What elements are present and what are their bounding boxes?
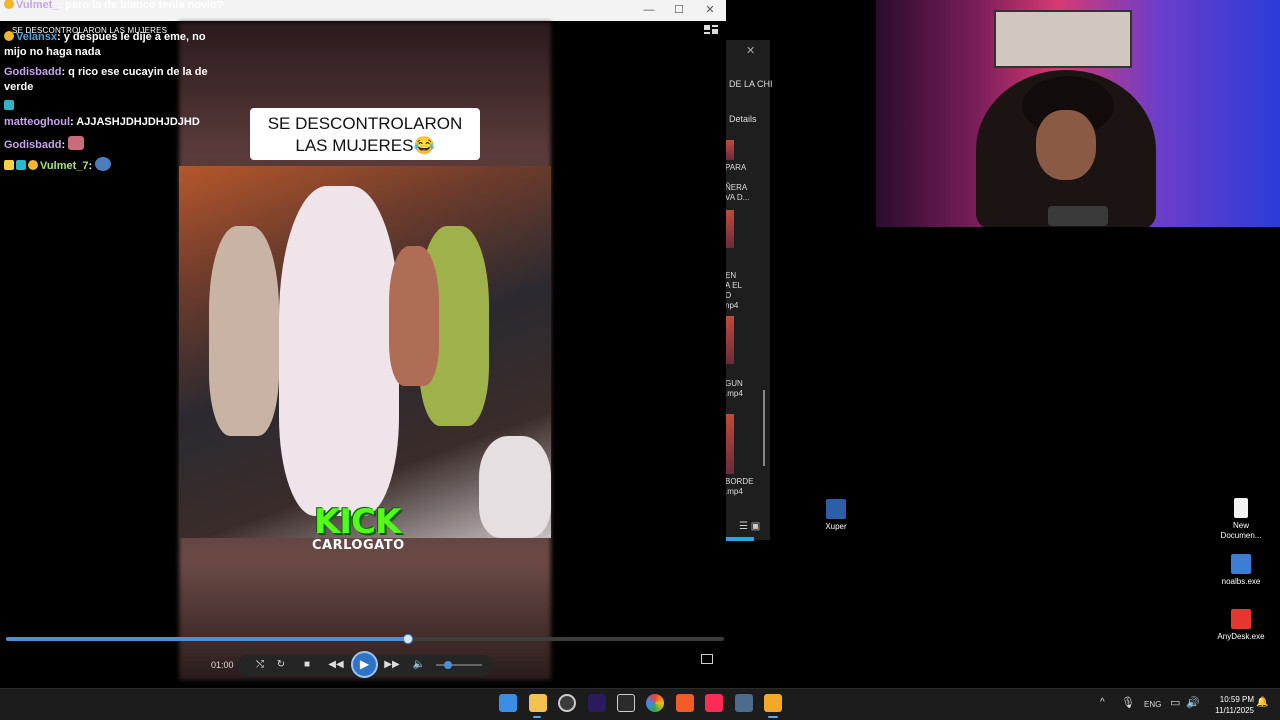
anydesk-icon	[1231, 609, 1251, 629]
kick-watermark: KICK	[314, 502, 401, 542]
crown-badge-icon	[4, 160, 14, 170]
maximize-icon[interactable]: ☐	[664, 3, 694, 17]
file-label[interactable]: PARA	[725, 163, 746, 173]
file-thumbnail[interactable]	[726, 316, 734, 364]
media-player-window[interactable]: — ☐ ✕ SE DESCONTROLARON LAS MUJERES SE D…	[0, 0, 726, 684]
explorer-scrollbar[interactable]	[763, 390, 765, 466]
elapsed-time: 01:00	[211, 660, 234, 670]
chat-message: Vulmet_7:	[4, 157, 112, 174]
xuper-icon	[826, 499, 846, 519]
document-icon	[1234, 498, 1248, 518]
chat-message: Godisbadd: q rico ese cucayin de la de v…	[4, 66, 208, 93]
clock-date: 11/11/2025	[1215, 706, 1254, 715]
view-toggle-icons[interactable]: ☰ ▣	[739, 521, 760, 532]
clock-time: 10:59 PM	[1219, 695, 1254, 704]
fullscreen-icon[interactable]	[701, 654, 713, 664]
desktop: ✕ DE LA CHI Details PARA ÑERA VA D... EN…	[0, 0, 1280, 720]
chat-message: matteoghoul: AJJASHJDHJDHJDJHD	[4, 116, 200, 128]
stop-icon[interactable]: ■	[298, 656, 316, 674]
subscriber-badge-icon	[4, 31, 14, 41]
desktop-icon-noalbs[interactable]: noalbs.exe	[1206, 554, 1276, 587]
file-thumbnail[interactable]	[726, 210, 734, 248]
subscriber-badge-icon	[28, 160, 38, 170]
volume-icon[interactable]: 🔈	[410, 656, 428, 674]
emote-icon	[95, 157, 112, 171]
webcam-feed	[876, 0, 1280, 227]
microphone-icon[interactable]: 🎙	[1121, 696, 1135, 709]
premiere-icon[interactable]	[588, 694, 606, 712]
microphone	[1048, 206, 1108, 226]
volume-slider[interactable]	[436, 664, 482, 666]
media-player-icon[interactable]	[764, 694, 782, 712]
explorer-close-icon[interactable]: ✕	[746, 44, 755, 57]
kick-watermark-sub: CARLOGATO	[312, 538, 405, 553]
file-thumbnail[interactable]	[726, 140, 734, 160]
crowd	[479, 436, 551, 538]
volume-knob[interactable]	[444, 661, 452, 669]
video-frame[interactable]	[179, 166, 551, 538]
clock[interactable]: 10:59 PM 11/11/2025	[1208, 694, 1254, 716]
emote-icon	[68, 136, 85, 150]
notification-bell-icon[interactable]: 🔔	[1256, 697, 1268, 708]
chat-message: Godisbadd:	[4, 136, 85, 153]
chat-message	[4, 99, 16, 114]
explorer-path[interactable]: DE LA CHI	[729, 79, 773, 89]
seek-thumb[interactable]	[403, 634, 413, 644]
repeat-icon[interactable]: ↻	[272, 656, 290, 674]
noalbs-icon	[1231, 554, 1251, 574]
chromium-icon[interactable]	[646, 694, 664, 712]
fast-forward-icon[interactable]: ▶▶	[383, 656, 401, 674]
file-thumbnail[interactable]	[726, 414, 734, 474]
windows-start-icon[interactable]	[499, 694, 517, 712]
dancer	[209, 226, 279, 436]
file-label[interactable]: EN A EL O np4	[725, 271, 742, 311]
tiktok-icon[interactable]	[705, 694, 723, 712]
file-label[interactable]: ÑERA VA D...	[725, 183, 749, 203]
language-indicator[interactable]: ENG	[1144, 700, 1161, 709]
wall-frame	[994, 10, 1132, 68]
rewind-icon[interactable]: ◀◀	[327, 656, 345, 674]
chat-message: Velansx: y despues le dije a eme, no mij…	[4, 31, 206, 58]
seek-bar-progress	[6, 637, 408, 641]
chat-message: Vulmet_: pero la de blanco tenia novio?	[4, 0, 224, 13]
file-label[interactable]: GUN .mp4	[725, 379, 743, 399]
network-icon[interactable]: ▭	[1170, 696, 1180, 709]
play-button[interactable]: ▶	[351, 651, 378, 678]
tray-overflow-icon[interactable]: ^	[1100, 697, 1105, 708]
subscriber-badge-icon	[4, 0, 14, 9]
app-active-indicator	[768, 716, 778, 718]
desktop-icon-new-document[interactable]: New Documen...	[1206, 498, 1276, 541]
compact-view-icon[interactable]	[704, 24, 720, 40]
explorer-details-button[interactable]: Details	[729, 114, 757, 124]
minimize-icon[interactable]: —	[634, 3, 664, 17]
epic-games-icon[interactable]	[617, 694, 635, 712]
close-icon[interactable]: ✕	[695, 3, 725, 17]
verified-badge-icon	[4, 100, 14, 110]
streamer-face	[1036, 110, 1096, 180]
taskbar	[0, 688, 1280, 720]
calculator-icon[interactable]	[735, 694, 753, 712]
shuffle-icon[interactable]: ⤭	[251, 656, 269, 674]
dancer	[389, 246, 439, 386]
desktop-icon-xuper[interactable]: Xuper	[801, 499, 871, 532]
caption-text: LAS MUJERES😂	[295, 136, 435, 155]
dancer	[279, 186, 399, 516]
desktop-icon-anydesk[interactable]: AnyDesk.exe	[1206, 609, 1276, 642]
file-label[interactable]: BORDE .mp4	[725, 477, 753, 497]
file-explorer-icon[interactable]	[529, 694, 547, 712]
obs-icon[interactable]	[558, 694, 576, 712]
verified-badge-icon	[16, 160, 26, 170]
brave-icon[interactable]	[676, 694, 694, 712]
caption-text: SE DESCONTROLARON	[267, 114, 463, 133]
explorer-accent-bar	[726, 537, 754, 541]
app-running-indicator	[533, 716, 541, 718]
speaker-icon[interactable]: 🔊	[1186, 696, 1200, 709]
